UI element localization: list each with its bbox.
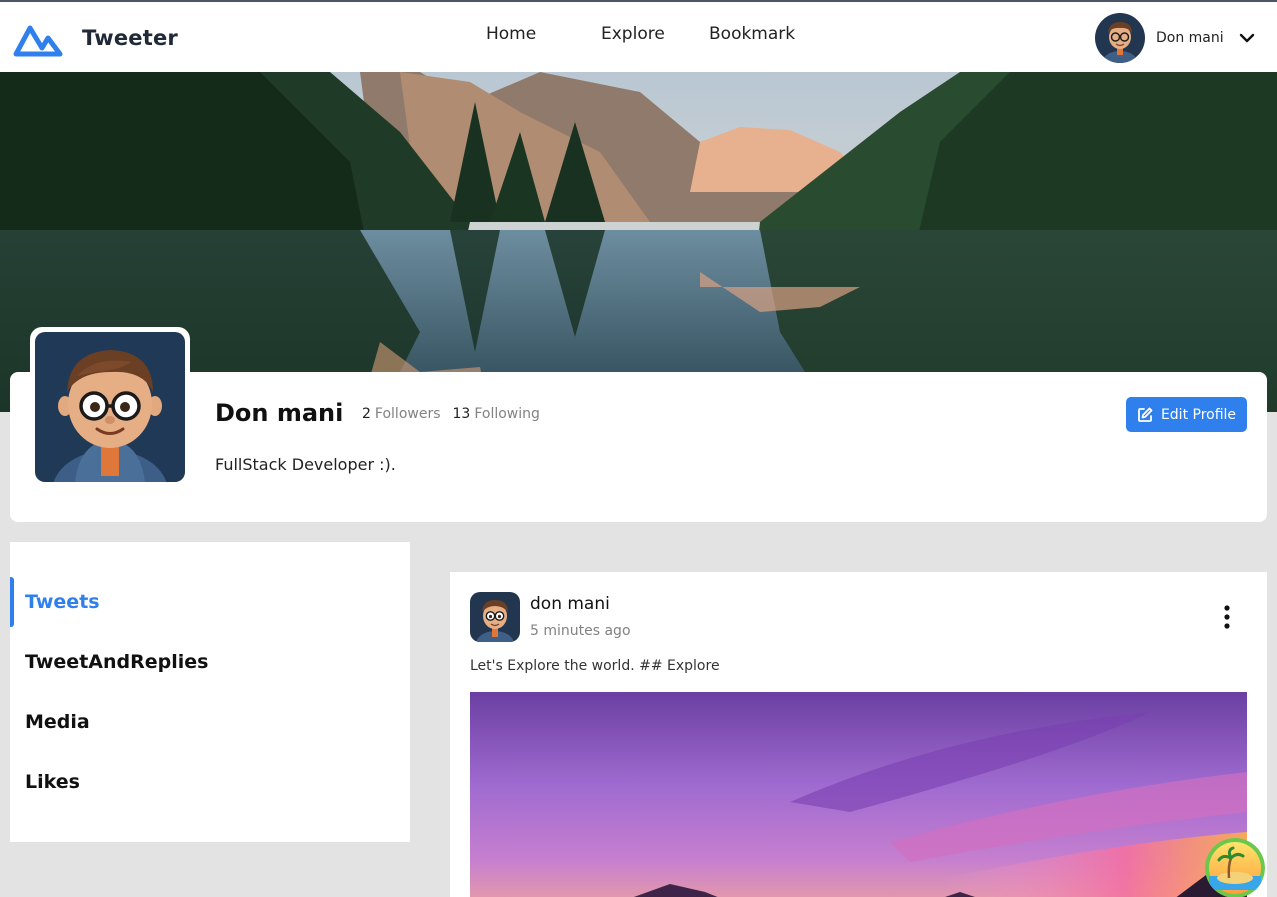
profile-bio: FullStack Developer :). [215,455,396,474]
profile-stats: 2 Followers 13 Following [362,406,552,422]
nav-bookmark[interactable]: Bookmark [709,24,795,44]
edit-profile-button[interactable]: Edit Profile [1126,397,1247,432]
brand-link[interactable]: Tweeter [12,18,178,58]
user-avatar [1095,13,1145,63]
cover-image [0,72,1277,412]
tab-tweets[interactable]: Tweets [10,577,410,627]
profile-name: Don mani [215,399,344,427]
nav-explore[interactable]: Explore [601,24,665,44]
tweet-text: Let's Explore the world. ## Explore [470,658,720,674]
more-vertical-icon[interactable] [1220,604,1234,632]
following-label: Following [474,406,540,422]
tab-media[interactable]: Media [10,697,410,747]
tab-likes[interactable]: Likes [10,757,410,807]
top-navigation-bar: Tweeter Home Explore Bookmark Don mani [0,0,1277,72]
following-stat[interactable]: 13 Following [453,406,540,422]
profile-photo-frame [30,327,190,487]
tweet-card: don mani 5 minutes ago Let's Explore the… [450,572,1267,897]
nav-home[interactable]: Home [486,24,536,44]
floating-island-badge[interactable] [1205,838,1265,897]
tweet-author-avatar[interactable] [470,592,520,642]
mountain-logo-icon [13,25,63,57]
edit-profile-label: Edit Profile [1160,406,1237,423]
tab-label: Tweets [25,591,100,613]
tab-tweet-and-replies[interactable]: TweetAndReplies [10,637,410,687]
tweet-timestamp: 5 minutes ago [530,623,631,639]
tab-label: TweetAndReplies [25,651,209,673]
profile-card [10,372,1267,522]
tab-label: Media [25,711,90,733]
profile-tabs: Tweets TweetAndReplies Media Likes [10,542,410,842]
followers-stat[interactable]: 2 Followers [362,406,441,422]
user-menu[interactable]: Don mani [1095,13,1255,63]
edit-icon [1138,407,1153,422]
user-menu-name: Don mani [1156,30,1224,46]
brand-name: Tweeter [82,26,178,50]
followers-count: 2 [362,406,371,422]
profile-avatar[interactable] [35,332,185,482]
tab-label: Likes [25,771,80,793]
profile-page: Tweeter Home Explore Bookmark Don mani D… [0,0,1277,897]
chevron-down-icon[interactable] [1239,30,1255,46]
tweet-author-name[interactable]: don mani [530,594,610,614]
followers-label: Followers [374,406,441,422]
following-count: 13 [452,406,471,422]
island-icon [1205,838,1265,897]
tweet-image[interactable] [470,692,1247,897]
